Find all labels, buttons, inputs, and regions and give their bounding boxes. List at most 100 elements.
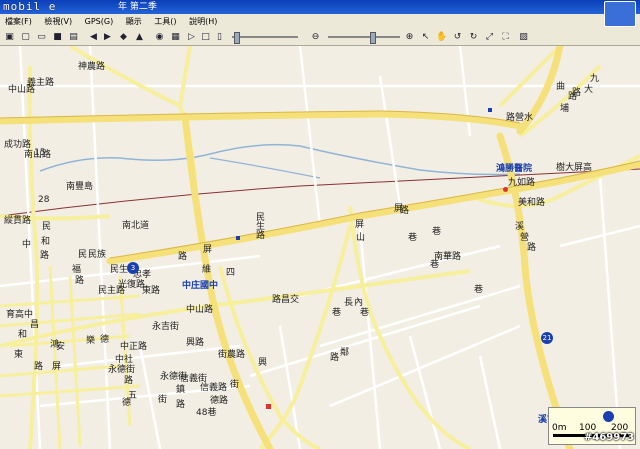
new-icon[interactable]: ▢	[20, 32, 31, 43]
zoom-in-icon[interactable]: ⊕	[404, 32, 415, 43]
menu-file[interactable]: 檔案(F)	[0, 14, 37, 30]
forward-icon[interactable]: ▶	[102, 32, 113, 43]
menu-bar: 檔案(F) 檢視(V) GPS(G) 顯示 工具() 說明(H)	[0, 14, 600, 30]
road-label: 街	[158, 395, 168, 405]
hand-icon[interactable]: ✋	[436, 32, 447, 43]
road-label: 曲	[556, 82, 566, 92]
road-label: 路	[178, 252, 188, 262]
route-icon[interactable]: ▲	[134, 32, 145, 43]
road-label: 縱貫路	[4, 216, 32, 226]
menu-display[interactable]: 顯示	[121, 14, 147, 30]
gps-icon[interactable]: ◉	[154, 32, 165, 43]
stop-icon[interactable]: □	[200, 32, 211, 43]
road-label: 德路	[210, 396, 229, 406]
car-icon[interactable]: ◆	[118, 32, 129, 43]
poi-marker-icon[interactable]	[488, 108, 492, 112]
road-label: 光復路	[118, 280, 146, 290]
road-label: 維	[202, 265, 212, 275]
road-label: 巷	[474, 285, 484, 295]
rotate-right-icon[interactable]: ↻	[468, 32, 479, 43]
road-label: 樹大屏高	[556, 163, 593, 173]
road-label: 路	[176, 400, 186, 410]
watermark: #469973	[584, 432, 635, 443]
tilt-icon[interactable]: ⤢	[484, 32, 495, 43]
speed-slider-thumb[interactable]	[234, 32, 240, 44]
road-label: 民族	[88, 250, 107, 260]
road-label: 屏	[203, 245, 213, 255]
menu-tools[interactable]: 工具()	[149, 14, 181, 30]
minimize-button[interactable]	[604, 1, 636, 27]
road-label: 南北道	[122, 221, 150, 231]
poi-label[interactable]: 鴻勝醫院	[496, 161, 532, 174]
road-label: 成功路	[4, 140, 32, 150]
road-label: 中正路	[120, 342, 148, 352]
road-label: 昌	[30, 320, 40, 330]
road-label: 巷	[408, 233, 418, 243]
back-icon[interactable]: ◀	[88, 32, 99, 43]
zoom-out-icon[interactable]: ⊖	[310, 32, 321, 43]
road-label: 路	[124, 376, 134, 386]
road-label: 鎮	[176, 385, 186, 395]
road-label: 營	[520, 233, 530, 243]
pause-icon[interactable]: ▯	[214, 32, 225, 43]
speed-slider[interactable]	[232, 36, 298, 38]
window-title: 年 第二季	[118, 2, 157, 12]
folder-icon[interactable]: ▭	[36, 32, 47, 43]
road-label: 路營水	[506, 113, 534, 123]
road-label: 永德街	[108, 365, 136, 375]
road-label: 民	[42, 222, 52, 232]
road-label: 15	[34, 148, 46, 158]
poi-label[interactable]: 中庄國中	[182, 278, 218, 291]
road-label: 山	[356, 233, 366, 243]
road-label: 永吉街	[152, 322, 180, 332]
road-label: 屏	[355, 220, 365, 230]
road-label: 四	[226, 268, 236, 278]
poi-marker-icon[interactable]	[236, 236, 240, 240]
road-label: 東	[14, 350, 24, 360]
title-bar: mobil e 年 第二季	[0, 0, 640, 14]
zoom-slider-thumb[interactable]	[370, 32, 376, 44]
road-label: 福	[72, 265, 82, 275]
poi-marker-icon[interactable]	[266, 404, 271, 409]
road-label: 樂	[86, 336, 96, 346]
road-label: 街農路	[218, 350, 246, 360]
road-label: 大	[584, 85, 594, 95]
map-canvas[interactable]: 神農路 義主路 中山路 成功路 南山路 南豐島 南北道 縱貫路 民族 民主路 民生 光復路 忠孝 東路屏路…	[0, 46, 640, 449]
layer-icon[interactable]: ▨	[518, 32, 529, 43]
road-label: 和	[18, 330, 28, 340]
scale-label-0: 0m	[552, 423, 567, 433]
road-label: 路	[75, 276, 85, 286]
road-label: 路	[572, 88, 582, 98]
save-icon[interactable]: ■	[52, 32, 63, 43]
road-label: 德	[100, 335, 110, 345]
pointer-icon[interactable]: ↖	[420, 32, 431, 43]
zoom-slider[interactable]	[328, 36, 400, 38]
road-label: 興路	[186, 338, 205, 348]
print-icon[interactable]: ▤	[68, 32, 79, 43]
road-label: 埔	[560, 104, 570, 114]
menu-gps[interactable]: GPS(G)	[80, 14, 119, 30]
road-label: 民生	[110, 265, 129, 275]
play-icon[interactable]: ▷	[186, 32, 197, 43]
map-roads	[0, 46, 640, 449]
rotate-left-icon[interactable]: ↺	[452, 32, 463, 43]
road-label: 中社	[115, 355, 134, 365]
road-label: 路	[34, 362, 44, 372]
road-label: 育高中	[6, 310, 34, 320]
road-label: 興	[258, 358, 268, 368]
highway-shield-icon: 3	[127, 262, 139, 274]
hospital-marker-icon[interactable]	[503, 187, 508, 192]
menu-help[interactable]: 說明(H)	[184, 14, 222, 30]
menu-view[interactable]: 檢視(V)	[39, 14, 77, 30]
road-label: 路	[527, 243, 537, 253]
road-label: 路	[40, 251, 50, 261]
road-label: 民	[78, 250, 88, 260]
open-icon[interactable]: ▣	[4, 32, 15, 43]
fullscreen-icon[interactable]: ⛶	[500, 32, 511, 43]
road-label: 南豐島	[66, 182, 94, 192]
map-icon[interactable]: ▦	[170, 32, 181, 43]
road-label: 和	[41, 237, 51, 247]
road-label: 溪	[515, 222, 525, 232]
road-label: 街	[230, 380, 240, 390]
compass-icon[interactable]	[603, 411, 614, 422]
